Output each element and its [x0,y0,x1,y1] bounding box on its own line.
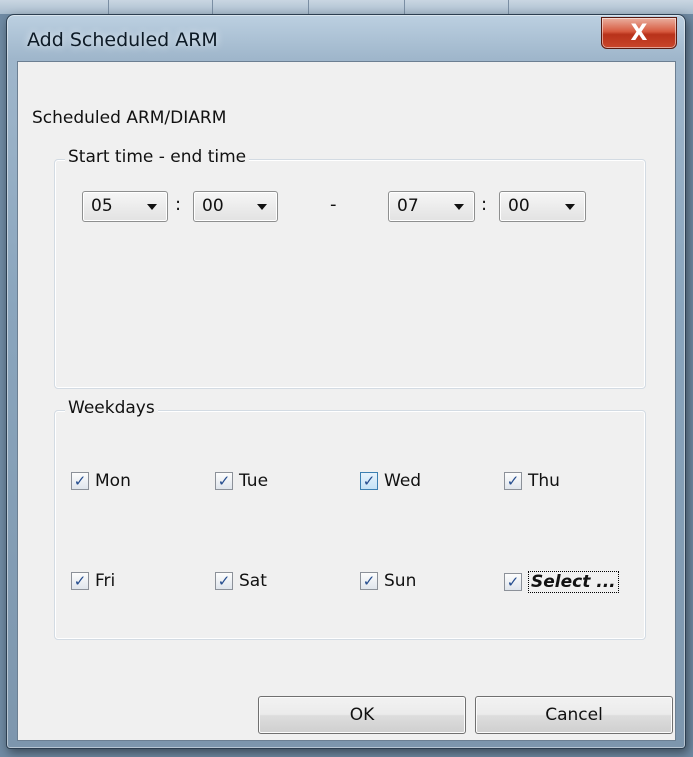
end-minute-select[interactable]: 00 [499,191,586,222]
checkbox-label: Thu [528,471,560,491]
chevron-down-icon [454,204,464,210]
ok-button[interactable]: OK [258,696,466,734]
check-icon: ✓ [362,572,376,590]
check-icon: ✓ [362,472,376,490]
checkbox-sat[interactable]: ✓ Sat [215,571,267,591]
checkbox-box[interactable]: ✓ [504,573,522,591]
dialog-title: Add Scheduled ARM [27,29,218,51]
end-hour-value: 07 [397,196,419,216]
end-time-colon: : [481,194,488,215]
checkbox-fri[interactable]: ✓ Fri [71,571,115,591]
checkbox-label: Sat [239,571,267,591]
time-groupbox: Start time - end time 05 : 00 - 07 : 00 [54,147,646,389]
checkbox-box[interactable]: ✓ [360,572,378,590]
close-button[interactable]: X [601,17,677,49]
weekdays-groupbox: Weekdays ✓ Mon ✓ Tue ✓ Wed ✓ Thu ✓ Fri ✓… [54,398,646,640]
checkbox-select-all[interactable]: ✓ Select ... [504,571,619,593]
checkbox-label: Select ... [528,571,619,593]
check-icon: ✓ [506,472,520,490]
checkbox-label: Sun [384,571,417,591]
check-icon: ✓ [506,573,520,591]
checkbox-wed[interactable]: ✓ Wed [360,471,421,491]
check-icon: ✓ [73,572,87,590]
chevron-down-icon [147,204,157,210]
checkbox-tue[interactable]: ✓ Tue [215,471,268,491]
checkbox-thu[interactable]: ✓ Thu [504,471,560,491]
checkbox-label: Mon [95,471,131,491]
background-column-divider [404,0,405,14]
background-column-divider [212,0,213,14]
end-hour-select[interactable]: 07 [388,191,475,222]
cancel-button[interactable]: Cancel [475,696,673,734]
check-icon: ✓ [217,472,231,490]
chevron-down-icon [565,204,575,210]
background-column-divider [508,0,509,14]
start-hour-select[interactable]: 05 [82,191,168,222]
start-time-colon: : [175,194,182,215]
background-column-divider [308,0,309,14]
checkbox-box[interactable]: ✓ [71,472,89,490]
check-icon: ✓ [73,472,87,490]
checkbox-mon[interactable]: ✓ Mon [71,471,131,491]
checkbox-label: Fri [95,571,116,591]
section-heading: Scheduled ARM/DIARM [32,108,227,128]
checkbox-sun[interactable]: ✓ Sun [360,571,416,591]
checkbox-label: Wed [384,471,422,491]
checkbox-box[interactable]: ✓ [215,472,233,490]
checkbox-box[interactable]: ✓ [504,472,522,490]
weekdays-group-legend: Weekdays [65,398,158,418]
background-column-divider [108,0,109,14]
time-range-dash: - [330,194,337,215]
time-group-legend: Start time - end time [65,147,250,167]
end-minute-value: 00 [508,196,530,216]
check-icon: ✓ [217,572,231,590]
start-minute-value: 00 [202,196,224,216]
start-hour-value: 05 [91,196,113,216]
checkbox-box[interactable]: ✓ [215,572,233,590]
checkbox-label: Tue [239,471,269,491]
close-icon: X [630,20,648,46]
checkbox-box[interactable]: ✓ [360,472,378,490]
chevron-down-icon [257,204,267,210]
checkbox-box[interactable]: ✓ [71,572,89,590]
background-window-strip [0,0,693,14]
dialog-client-area: Scheduled ARM/DIARM Start time - end tim… [17,61,676,741]
start-minute-select[interactable]: 00 [193,191,278,222]
dialog-window: Add Scheduled ARM X Scheduled ARM/DIARM … [6,14,686,749]
